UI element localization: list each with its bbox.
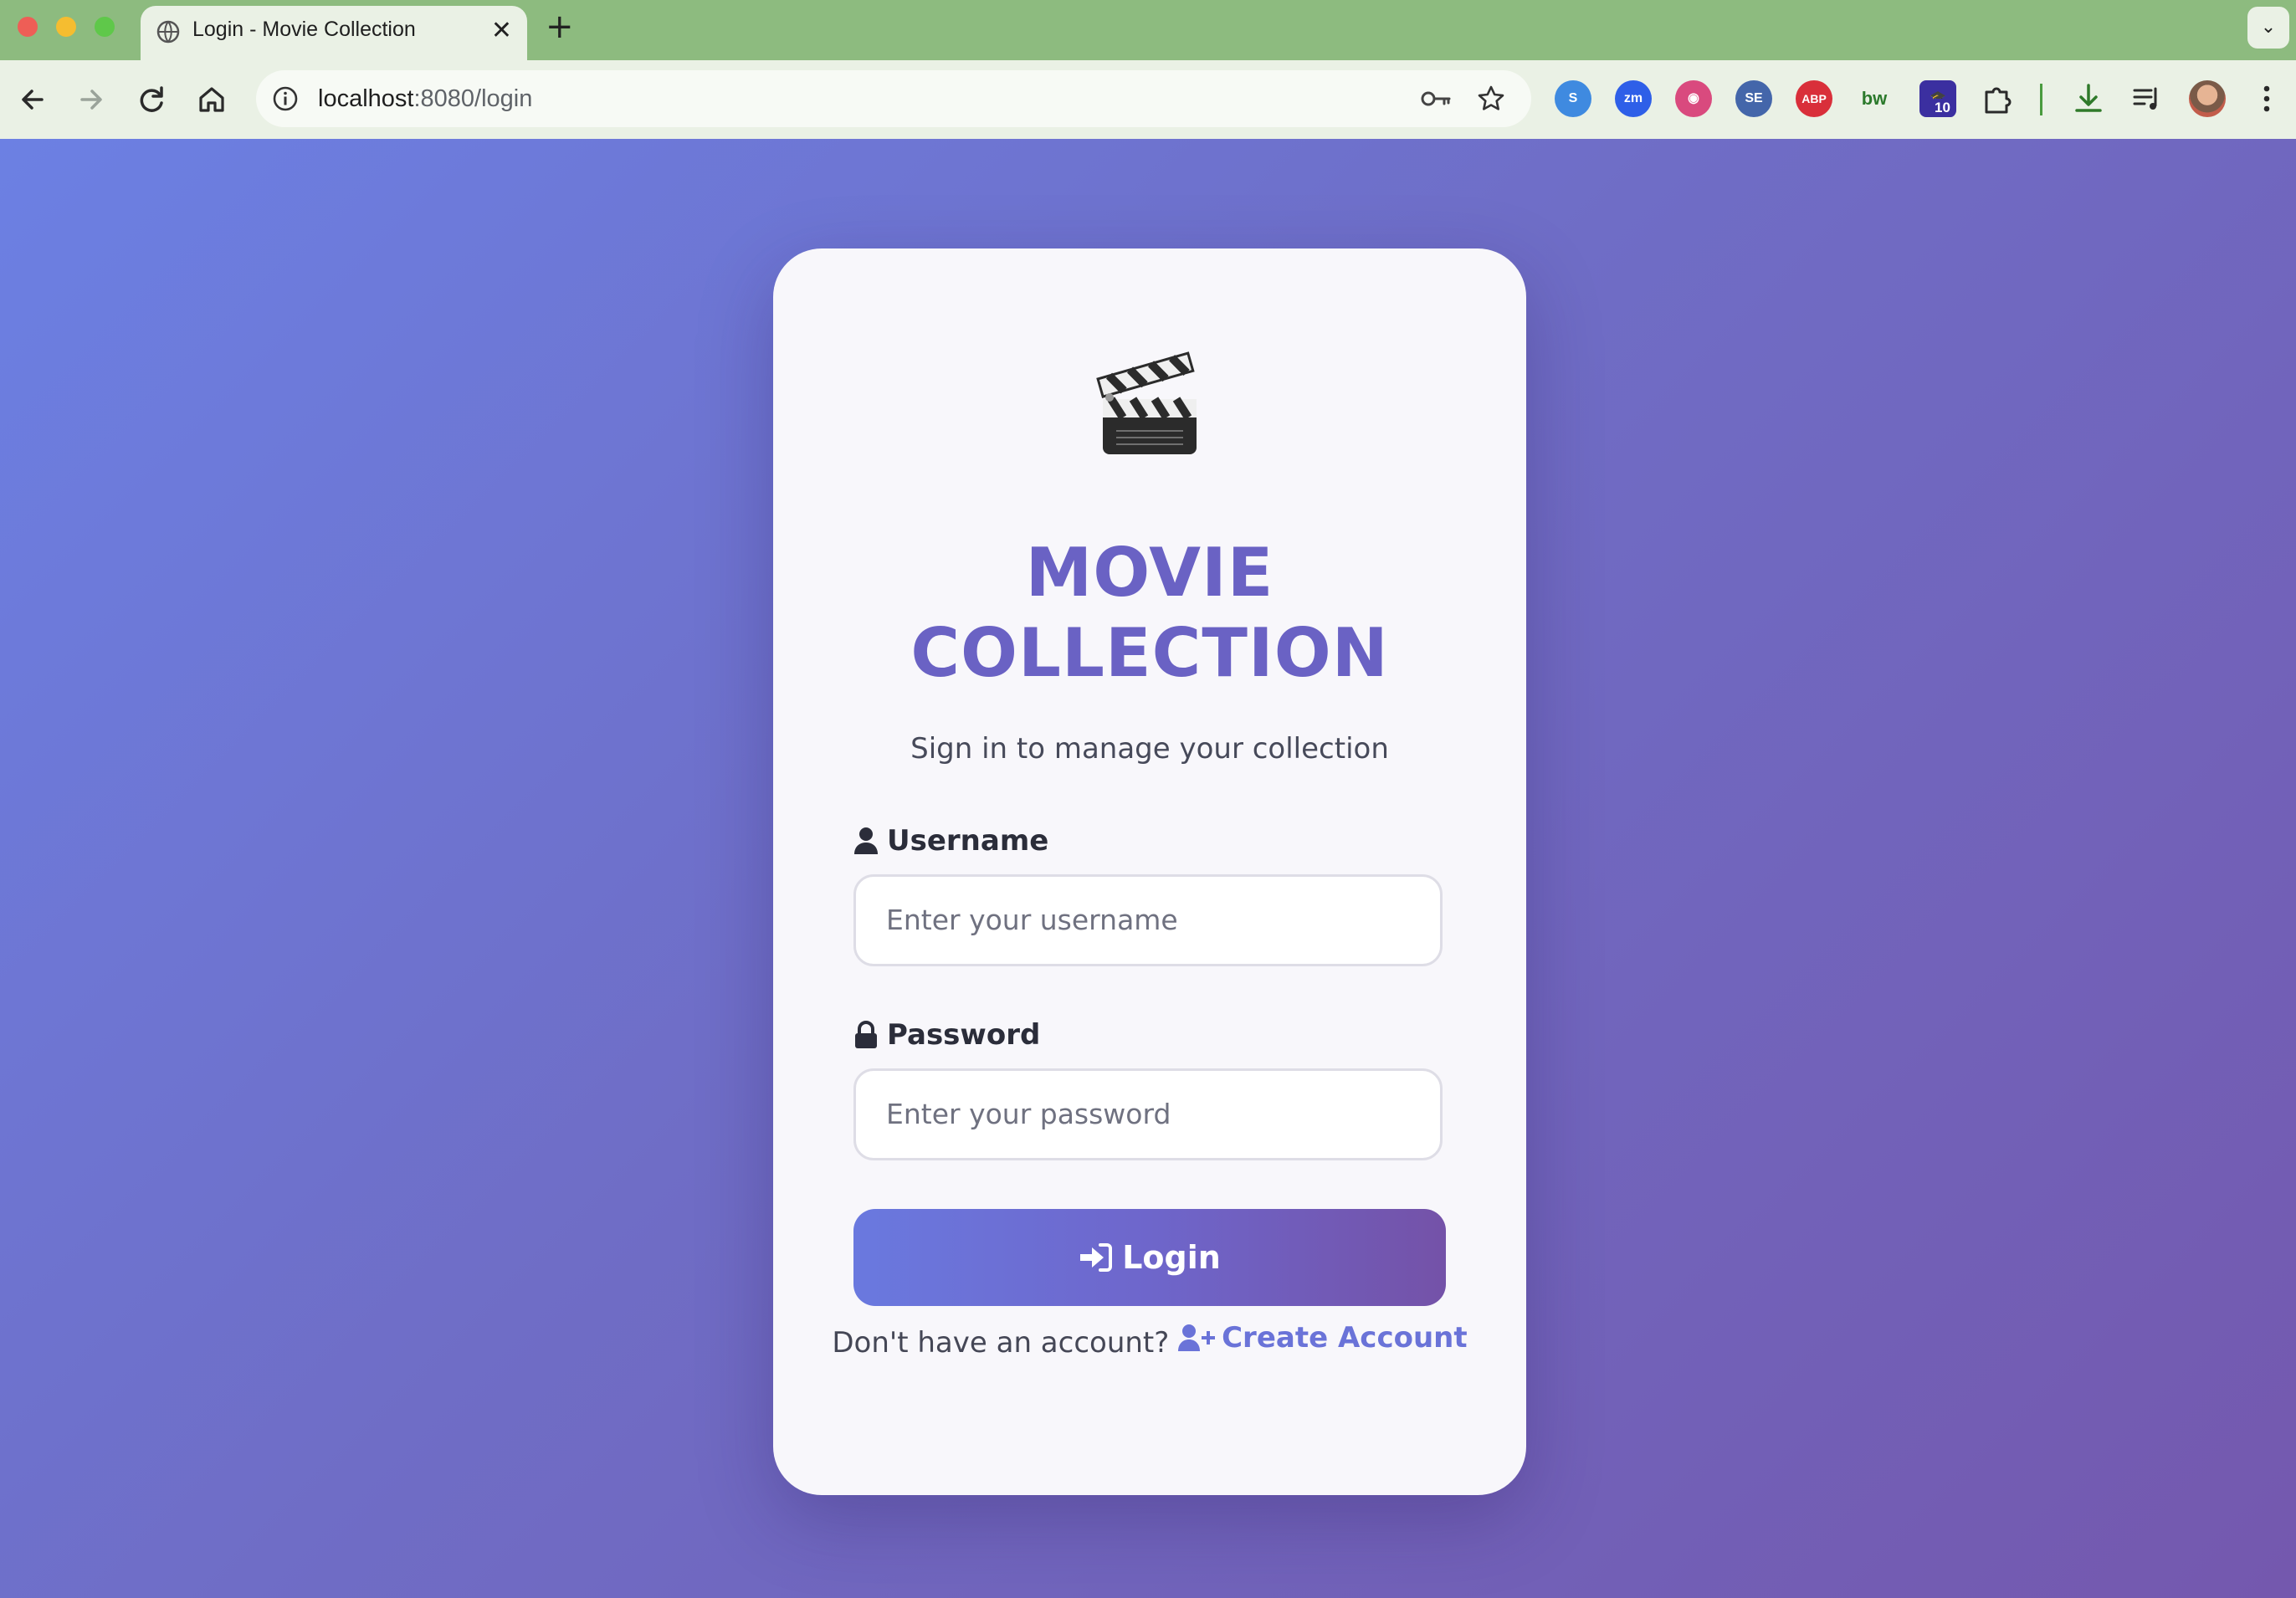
url-text: localhost:8080/login bbox=[318, 85, 532, 113]
app-title: MOVIE COLLECTION bbox=[773, 533, 1526, 694]
extensions-puzzle-icon[interactable] bbox=[1980, 82, 2013, 115]
forward-arrow-icon[interactable] bbox=[72, 80, 110, 119]
toolbar-divider bbox=[2040, 84, 2042, 115]
tab-search-chevron-icon[interactable]: ⌄ bbox=[2247, 7, 2289, 49]
signup-prompt: Don't have an account? Create Account bbox=[773, 1321, 1526, 1360]
maximize-window-button[interactable] bbox=[95, 17, 115, 37]
password-input[interactable] bbox=[884, 1071, 1423, 1156]
url-path: :8080/login bbox=[413, 85, 533, 112]
close-tab-icon[interactable]: ✕ bbox=[491, 18, 512, 44]
clapperboard-icon bbox=[1096, 351, 1197, 454]
password-key-icon[interactable] bbox=[1419, 85, 1453, 112]
login-button[interactable]: Login bbox=[853, 1209, 1446, 1306]
user-icon bbox=[854, 827, 878, 854]
close-window-button[interactable] bbox=[18, 17, 38, 37]
create-account-link[interactable]: Create Account bbox=[1178, 1321, 1468, 1355]
password-label-text: Password bbox=[887, 1018, 1041, 1052]
browser-toolbar: localhost:8080/login S zm ◉ SE ABP bw 🎓 … bbox=[0, 60, 2296, 141]
browser-tab-strip: Login - Movie Collection ✕ + ⌄ bbox=[0, 0, 2296, 60]
login-button-label: Login bbox=[1122, 1239, 1221, 1276]
minimize-window-button[interactable] bbox=[56, 17, 76, 37]
password-label: Password bbox=[853, 1018, 1040, 1052]
browser-menu-icon[interactable] bbox=[2254, 82, 2279, 115]
extension-sync-icon[interactable]: S bbox=[1555, 80, 1591, 117]
extension-color-picker-icon[interactable]: ◉ bbox=[1675, 80, 1712, 117]
page-background: MOVIE COLLECTION Sign in to manage your … bbox=[0, 139, 2296, 1598]
media-control-icon[interactable] bbox=[2130, 82, 2164, 115]
extension-adblock-icon[interactable]: ABP bbox=[1796, 80, 1832, 117]
username-field[interactable] bbox=[853, 874, 1443, 966]
extension-seo-icon[interactable]: SE bbox=[1735, 80, 1772, 117]
extension-badge-count: 10 bbox=[1930, 99, 1955, 117]
address-bar[interactable]: localhost:8080/login bbox=[256, 70, 1531, 127]
user-plus-icon bbox=[1178, 1324, 1216, 1351]
back-arrow-icon[interactable] bbox=[13, 80, 52, 119]
home-icon[interactable] bbox=[192, 80, 231, 119]
create-account-label: Create Account bbox=[1222, 1321, 1468, 1355]
reload-icon[interactable] bbox=[132, 80, 171, 119]
sign-in-icon bbox=[1080, 1243, 1113, 1272]
username-label: Username bbox=[853, 824, 1048, 858]
signup-prompt-text: Don't have an account? bbox=[832, 1326, 1170, 1360]
new-tab-button[interactable]: + bbox=[546, 8, 574, 45]
url-host: localhost bbox=[318, 85, 414, 112]
login-card: MOVIE COLLECTION Sign in to manage your … bbox=[773, 248, 1526, 1495]
extension-bw-icon[interactable]: bw bbox=[1856, 80, 1893, 117]
username-input[interactable] bbox=[884, 877, 1423, 962]
extension-zoom-icon[interactable]: zm bbox=[1615, 80, 1652, 117]
tab-title: Login - Movie Collection bbox=[192, 18, 416, 41]
username-label-text: Username bbox=[887, 824, 1049, 858]
site-info-icon[interactable] bbox=[271, 85, 300, 113]
bookmark-star-icon[interactable] bbox=[1476, 84, 1506, 114]
globe-icon bbox=[156, 20, 180, 44]
browser-tab-active[interactable]: Login - Movie Collection ✕ bbox=[141, 6, 527, 60]
download-icon[interactable] bbox=[2070, 80, 2107, 117]
lock-icon bbox=[855, 1021, 877, 1048]
app-title-line-2: COLLECTION bbox=[910, 614, 1389, 692]
app-title-line-1: MOVIE bbox=[1025, 534, 1274, 612]
profile-avatar[interactable] bbox=[2189, 80, 2226, 117]
subtitle: Sign in to manage your collection bbox=[910, 732, 1389, 766]
password-field[interactable] bbox=[853, 1068, 1443, 1160]
